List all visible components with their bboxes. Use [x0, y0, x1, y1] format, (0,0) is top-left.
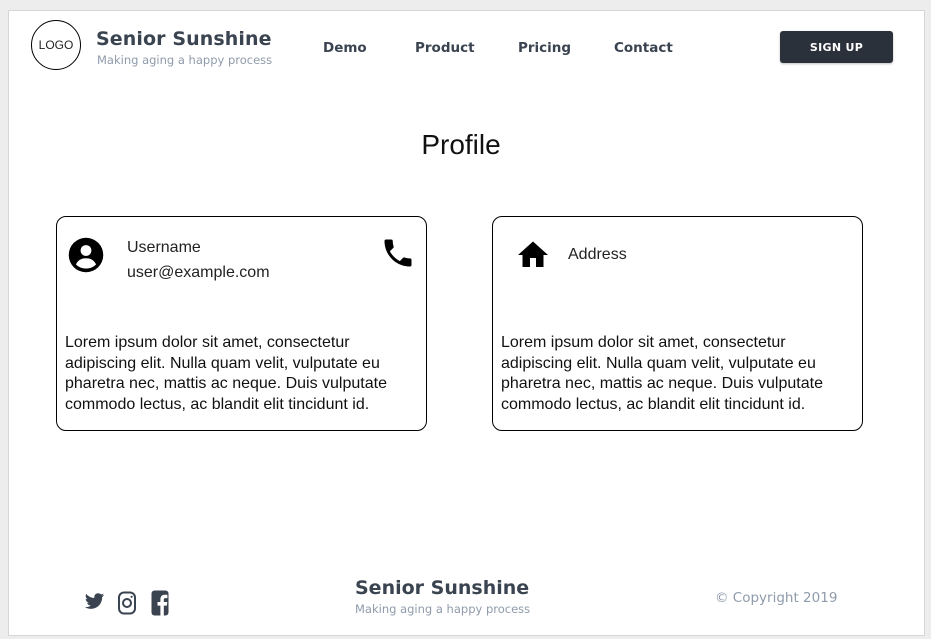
username-label: Username — [127, 239, 201, 256]
home-icon — [515, 237, 551, 278]
instagram-icon[interactable] — [117, 591, 137, 620]
nav-link-pricing[interactable]: Pricing — [518, 40, 571, 56]
facebook-icon[interactable] — [151, 590, 169, 621]
brand-title: Senior Sunshine — [96, 28, 272, 50]
sign-up-button[interactable]: SIGN UP — [780, 31, 893, 63]
footer-brand-tagline: Making aging a happy process — [355, 602, 531, 616]
user-card-body: Lorem ipsum dolor sit amet, consectetur … — [65, 334, 387, 413]
address-card: Address Lorem ipsum dolor sit amet, cons… — [492, 216, 863, 431]
brand-tagline: Making aging a happy process — [97, 53, 273, 67]
nav-link-contact[interactable]: Contact — [614, 40, 673, 56]
nav-link-demo[interactable]: Demo — [323, 40, 367, 56]
address-label: Address — [568, 246, 627, 263]
phone-icon[interactable] — [380, 235, 416, 276]
sign-up-label: SIGN UP — [809, 40, 864, 54]
logo[interactable]: LOGO — [31, 20, 81, 70]
page: LOGO Senior Sunshine Making aging a happ… — [8, 10, 925, 636]
address-card-body: Lorem ipsum dolor sit amet, consectetur … — [501, 334, 823, 413]
page-title: Profile — [421, 129, 501, 160]
logo-text: LOGO — [38, 38, 74, 52]
twitter-icon[interactable] — [84, 591, 105, 617]
user-card: Username user@example.com Lorem ipsum do… — [56, 216, 427, 431]
nav-link-product[interactable]: Product — [415, 40, 475, 56]
user-email: user@example.com — [127, 264, 270, 281]
copyright: © Copyright 2019 — [715, 590, 838, 606]
account-circle-icon — [68, 237, 104, 278]
footer-brand-title: Senior Sunshine — [355, 577, 530, 599]
